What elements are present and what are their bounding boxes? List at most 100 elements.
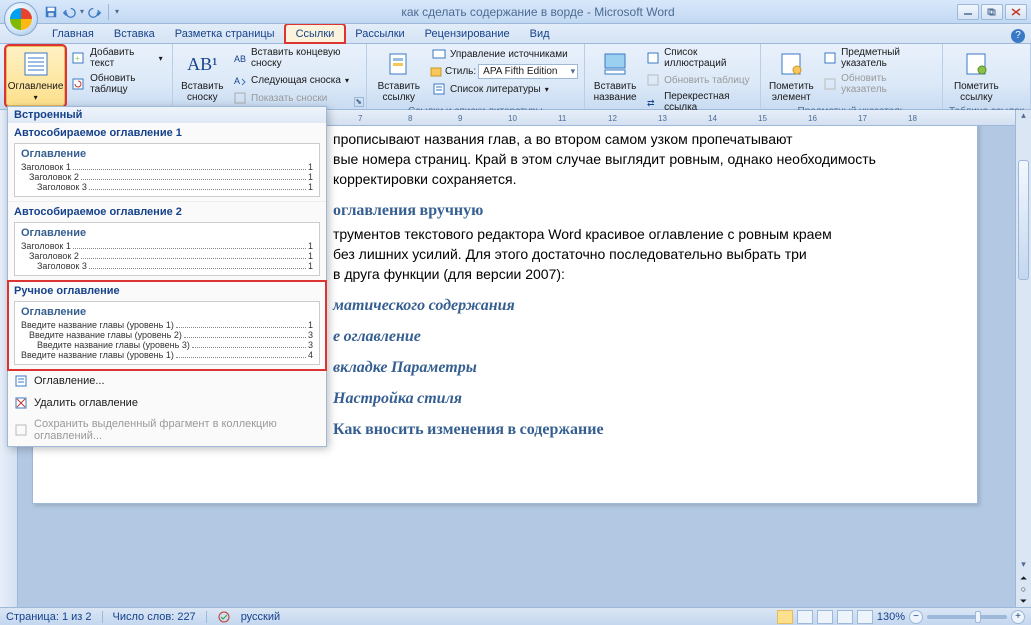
group-authorities: Пометить ссылку Таблица ссылок: [943, 44, 1031, 109]
chevron-down-icon: ▾: [545, 85, 549, 94]
toc-button[interactable]: Оглавление▾: [6, 46, 65, 106]
office-logo-icon: [10, 8, 32, 30]
tab-references[interactable]: Ссылки: [285, 24, 346, 43]
scroll-down-icon[interactable]: ▾: [1016, 559, 1031, 573]
office-button[interactable]: [4, 2, 38, 36]
close-button[interactable]: [1005, 4, 1027, 20]
toc-preview: Оглавление Заголовок 11 Заголовок 21 Заг…: [14, 222, 320, 276]
minimize-button[interactable]: [957, 4, 979, 20]
manage-sources-button[interactable]: Управление источниками: [429, 46, 578, 62]
chevron-down-icon: ▾: [159, 54, 163, 63]
vertical-scrollbar[interactable]: ▴ ▾ ⏶ ○ ⏷: [1015, 110, 1031, 607]
heading: Настройка стиля: [333, 389, 937, 408]
title-bar: ▾ ▾ как сделать содержание в ворде - Mic…: [0, 0, 1031, 24]
window-controls: [957, 4, 1027, 20]
tab-view[interactable]: Вид: [520, 25, 560, 43]
mark-citation-icon: [961, 49, 991, 79]
insert-endnote-button[interactable]: ABВставить концевую сноску: [230, 46, 360, 70]
insert-citation-button[interactable]: Вставить ссылку: [373, 46, 425, 106]
svg-text:AB: AB: [234, 54, 246, 64]
tab-page-layout[interactable]: Разметка страницы: [165, 25, 285, 43]
zoom-slider[interactable]: [927, 615, 1007, 619]
update-toc-button[interactable]: Обновить таблицу: [69, 72, 165, 96]
proofing-icon[interactable]: [217, 610, 231, 624]
remove-icon: [14, 396, 28, 410]
heading: е оглавление: [333, 327, 937, 346]
toc-save-menuitem: Сохранить выделенный фрагмент в коллекци…: [8, 414, 326, 446]
undo-dropdown-icon[interactable]: ▾: [80, 7, 84, 16]
mark-index-icon: [776, 49, 806, 79]
select-browse-icon[interactable]: ○: [1016, 584, 1031, 595]
tab-mailings[interactable]: Рассылки: [345, 25, 414, 43]
save-icon[interactable]: [44, 5, 58, 19]
toc-insert-menuitem[interactable]: Оглавление...: [8, 370, 326, 392]
heading: матического содержания: [333, 296, 937, 315]
endnote-icon: AB: [233, 51, 247, 65]
toc-remove-menuitem[interactable]: Удалить оглавление: [8, 392, 326, 414]
svg-text:+: +: [75, 54, 80, 63]
view-outline-button[interactable]: [837, 610, 853, 624]
insert-footnote-button[interactable]: AB¹ Вставить сноску: [179, 46, 226, 106]
toc-auto1-item[interactable]: Автособираемое оглавление 1 Оглавление З…: [8, 123, 326, 202]
body-text: без лишних усилий. Для этого достаточно …: [333, 244, 937, 264]
insert-index-button[interactable]: Предметный указатель: [820, 46, 936, 70]
help-icon[interactable]: ?: [1011, 29, 1025, 43]
tab-review[interactable]: Рецензирование: [415, 25, 520, 43]
view-draft-button[interactable]: [857, 610, 873, 624]
insert-caption-button[interactable]: Вставить название: [591, 46, 639, 106]
zoom-out-button[interactable]: −: [909, 610, 923, 624]
update-index-icon: [823, 77, 837, 91]
update-figures-button[interactable]: Обновить таблицу: [643, 72, 754, 88]
toc-section-builtin: Встроенный: [8, 107, 326, 123]
status-page[interactable]: Страница: 1 из 2: [6, 611, 92, 623]
citation-icon: [384, 49, 414, 79]
view-web-layout-button[interactable]: [817, 610, 833, 624]
quick-access-toolbar: ▾ ▾: [44, 4, 119, 20]
tab-home[interactable]: Главная: [42, 25, 104, 43]
citation-style-combo[interactable]: Стиль:APA Fifth Edition: [429, 64, 578, 79]
update-icon: [72, 77, 86, 91]
zoom-level[interactable]: 130%: [877, 611, 905, 623]
redo-icon[interactable]: [88, 5, 102, 19]
prev-page-icon[interactable]: ⏶: [1016, 573, 1031, 584]
add-text-button[interactable]: +Добавить текст ▾: [69, 46, 165, 70]
scroll-up-icon[interactable]: ▴: [1016, 110, 1031, 124]
toc-manual-item[interactable]: Ручное оглавление Оглавление Введите наз…: [8, 281, 326, 370]
mark-citation-button[interactable]: Пометить ссылку: [949, 46, 1004, 106]
footnotes-dialog-launcher[interactable]: ⬊: [354, 97, 364, 107]
ribbon: Оглавление▾ +Добавить текст ▾ Обновить т…: [0, 44, 1031, 110]
heading: Как вносить изменения в содержание: [333, 420, 937, 439]
status-word-count[interactable]: Число слов: 227: [113, 611, 196, 623]
table-of-figures-button[interactable]: Список иллюстраций: [643, 46, 754, 70]
cross-ref-icon: ⇄: [646, 95, 660, 109]
qat-separator: [108, 4, 109, 20]
status-bar: Страница: 1 из 2 Число слов: 227 русский…: [0, 607, 1031, 625]
show-footnotes-button[interactable]: Показать сноски: [230, 90, 360, 106]
status-language[interactable]: русский: [241, 611, 280, 623]
next-footnote-button[interactable]: AСледующая сноска ▾: [230, 72, 360, 88]
toc-preview: Оглавление Заголовок 11 Заголовок 21 Заг…: [14, 143, 320, 197]
scroll-thumb[interactable]: [1018, 160, 1029, 280]
toc-gallery-dropdown: Встроенный Автособираемое оглавление 1 О…: [7, 106, 327, 447]
svg-text:A: A: [234, 76, 240, 86]
next-page-icon[interactable]: ⏷: [1016, 596, 1031, 607]
caption-icon: [600, 49, 630, 79]
undo-icon[interactable]: [62, 5, 76, 19]
sources-icon: [432, 47, 446, 61]
ribbon-tabs: Главная Вставка Разметка страницы Ссылки…: [0, 24, 1031, 44]
update-index-button[interactable]: Обновить указатель: [820, 72, 936, 96]
zoom-slider-knob[interactable]: [975, 611, 981, 623]
zoom-in-button[interactable]: +: [1011, 610, 1025, 624]
citation-style-value[interactable]: APA Fifth Edition: [478, 64, 578, 79]
view-full-screen-button[interactable]: [797, 610, 813, 624]
maximize-button[interactable]: [981, 4, 1003, 20]
bibliography-button[interactable]: Список литературы ▾: [429, 81, 578, 97]
body-text: прописывают названия глав, а во втором с…: [333, 129, 937, 149]
mark-index-entry-button[interactable]: Пометить элемент: [767, 46, 817, 106]
body-text: вые номера страниц. Край в этом случае в…: [333, 149, 937, 169]
heading: оглавления вручную: [333, 201, 937, 220]
view-print-layout-button[interactable]: [777, 610, 793, 624]
toc-auto2-item[interactable]: Автособираемое оглавление 2 Оглавление З…: [8, 202, 326, 281]
tab-insert[interactable]: Вставка: [104, 25, 165, 43]
svg-text:⇄: ⇄: [647, 98, 655, 108]
